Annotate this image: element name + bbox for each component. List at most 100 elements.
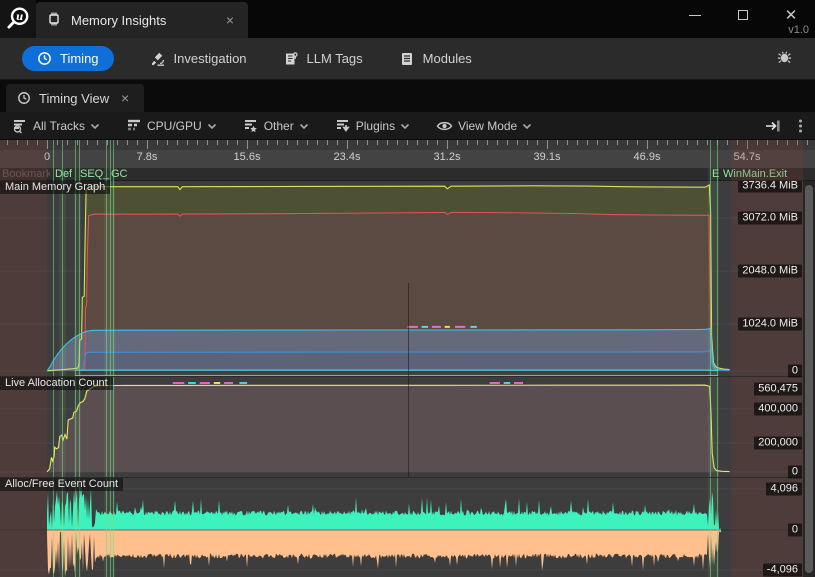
ruler-tick <box>427 140 428 145</box>
live-allocation-count-chart[interactable] <box>0 377 803 478</box>
axis-value-label: 0 <box>788 365 802 378</box>
ruler-tick <box>697 140 698 145</box>
ruler-tick <box>27 140 28 145</box>
other-tracks-star-icon <box>243 118 259 134</box>
ruler-tick <box>287 140 288 145</box>
ruler-tick <box>147 140 148 149</box>
app-tab-close-icon[interactable]: × <box>222 13 238 27</box>
tab-timing-view-close-icon[interactable]: × <box>117 91 133 105</box>
eye-icon <box>436 119 453 133</box>
ruler-time-label: 39.1s <box>534 151 561 163</box>
app-tab-memory-insights[interactable]: Memory Insights × <box>36 2 248 38</box>
timing-marker-label[interactable]: Def <box>55 168 72 181</box>
maximize-icon <box>738 10 748 20</box>
chevron-down-icon <box>207 122 217 130</box>
timing-marker-label[interactable]: GC <box>111 168 128 181</box>
ruler-tick <box>417 140 418 145</box>
ruler-tick <box>467 140 468 145</box>
ruler-tick <box>107 140 108 145</box>
ruler-tick <box>177 140 178 145</box>
ruler-tick <box>397 140 398 145</box>
vertical-scrollbar-thumb[interactable] <box>805 185 813 573</box>
ruler-time-label: 54.7s <box>734 151 761 163</box>
memory-chip-icon <box>46 11 62 30</box>
ruler-tick <box>717 140 718 145</box>
timing-marker-label[interactable]: SEQ_ <box>80 168 109 181</box>
filter-view-mode[interactable]: View Mode <box>436 119 532 133</box>
axis-value-label: 3072.0 MiB <box>738 212 802 225</box>
version-label: v1.0 <box>788 24 809 36</box>
ruler-tick <box>117 140 118 145</box>
filter-plugins[interactable]: Plugins <box>335 118 410 134</box>
document-tab-row: Timing View × <box>0 80 815 112</box>
tags-book-icon <box>283 51 299 67</box>
memory-insights-window: u Memory Insights × ✕ v1.0 Timing <box>0 0 815 577</box>
track-title-live-allocation-count: Live Allocation Count <box>0 377 113 390</box>
ruler-tick <box>387 140 388 145</box>
tab-timing[interactable]: Timing <box>22 46 114 71</box>
axis-value-label: 400,000 <box>754 403 802 416</box>
vertical-scrollbar[interactable] <box>803 181 815 577</box>
ruler-tick <box>647 140 648 149</box>
unreal-insights-logo: u <box>0 0 36 38</box>
filter-cpu-gpu[interactable]: CPU/GPU <box>126 118 217 134</box>
main-toolbar: Timing Investigation LLM Tags <box>0 38 815 80</box>
time-markers-row[interactable]: Bookmarks DefSEQ_GCEWinMain.Exit <box>0 168 815 181</box>
ruler-tick <box>17 140 18 145</box>
ruler-time-label: 23.4s <box>334 151 361 163</box>
clock-icon <box>17 91 31 105</box>
graph-tracks-area[interactable]: Main Memory Graph Live Allocation Count … <box>0 181 815 577</box>
tab-llm-tags[interactable]: LLM Tags <box>283 51 363 67</box>
ruler-tick <box>337 140 338 145</box>
app-tab-title: Memory Insights <box>71 13 213 28</box>
ruler-tick <box>447 140 448 149</box>
ruler-tick <box>787 140 788 145</box>
filter-all-tracks[interactable]: All Tracks <box>12 118 100 134</box>
axis-value-label: 0 <box>788 524 802 537</box>
ruler-tick <box>197 140 198 145</box>
timing-marker-label[interactable]: WinMain.Exit <box>723 168 787 181</box>
axis-value-label: 560,475 <box>754 383 802 396</box>
filter-plugins-label: Plugins <box>356 119 395 133</box>
ruler-tick <box>597 140 598 145</box>
kebab-menu-icon[interactable] <box>798 118 803 134</box>
ruler-time-label: 7.8s <box>137 151 158 163</box>
track-separator <box>0 376 803 377</box>
ruler-tick <box>367 140 368 145</box>
tracks-filter-icon <box>12 118 28 134</box>
filter-all-tracks-label: All Tracks <box>33 119 85 133</box>
timing-marker-label[interactable]: E <box>712 168 719 181</box>
main-memory-graph-chart[interactable] <box>0 181 803 377</box>
minimize-button[interactable] <box>675 0 715 30</box>
tab-timing-view[interactable]: Timing View × <box>6 84 144 112</box>
ruler-tick <box>667 140 668 145</box>
ruler-tick <box>87 140 88 145</box>
ruler-tick <box>677 140 678 145</box>
ruler-tick <box>257 140 258 145</box>
chevron-down-icon <box>522 122 532 130</box>
ruler-tick <box>657 140 658 145</box>
track-filter-bar: All Tracks CPU/GPU Other P <box>0 112 815 140</box>
chevron-down-icon <box>299 122 309 130</box>
ruler-tick <box>477 140 478 145</box>
ruler-tick <box>7 140 8 145</box>
ruler-tick <box>707 140 708 145</box>
tab-investigation[interactable]: Investigation <box>150 51 247 67</box>
ruler-tick <box>587 140 588 145</box>
ruler-tick <box>97 140 98 145</box>
ruler-tick <box>547 140 548 149</box>
ruler-tick <box>797 140 798 145</box>
ruler-tick <box>737 140 738 145</box>
ruler-tick <box>437 140 438 145</box>
filter-other[interactable]: Other <box>243 118 309 134</box>
jump-to-end-icon[interactable] <box>764 118 782 134</box>
alloc-free-event-count-chart[interactable] <box>0 478 803 577</box>
maximize-button[interactable] <box>723 0 763 30</box>
axis-value-label: 1024.0 MiB <box>738 318 802 331</box>
debug-bug-icon[interactable] <box>776 49 793 69</box>
ruler-tick <box>497 140 498 145</box>
ruler-time-label: 31.2s <box>434 151 461 163</box>
tab-modules[interactable]: Modules <box>399 51 472 67</box>
time-ruler[interactable]: 07.8s15.6s23.4s31.2s39.1s46.9s54.7s <box>0 140 815 168</box>
ruler-tick <box>297 140 298 145</box>
